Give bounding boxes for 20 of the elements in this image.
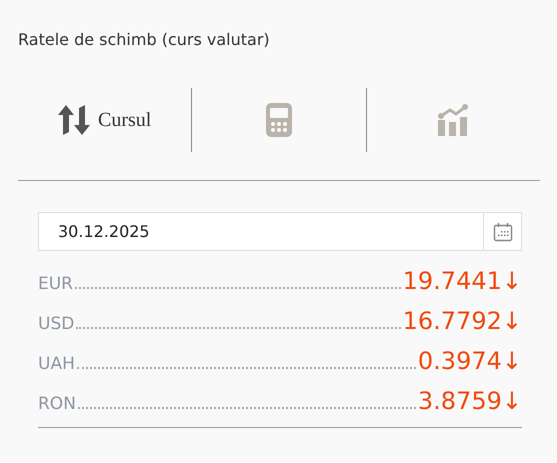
currency-code: EUR bbox=[38, 274, 73, 294]
exchange-rate: 16.7792 bbox=[402, 307, 502, 335]
date-field[interactable]: 30.12.2025 bbox=[38, 212, 484, 251]
currency-code: USD bbox=[38, 314, 74, 334]
chart-icon bbox=[437, 104, 470, 136]
calendar-icon bbox=[492, 222, 512, 242]
exchange-rate: 3.8759 bbox=[418, 387, 502, 415]
down-arrow: ↓ bbox=[502, 267, 522, 295]
exchange-rate: 19.7441 bbox=[402, 267, 502, 295]
calendar-button[interactable] bbox=[484, 212, 522, 251]
currency-code: UAH bbox=[38, 354, 75, 374]
down-arrow: ↓ bbox=[502, 347, 522, 375]
up-down-arrows-icon bbox=[58, 105, 90, 135]
calculator-icon bbox=[266, 103, 292, 137]
currency-code: RON bbox=[38, 394, 76, 414]
exchange-rate: 0.3974 bbox=[418, 347, 502, 375]
down-arrow: ↓ bbox=[502, 307, 522, 335]
down-arrow: ↓ bbox=[502, 387, 522, 415]
panel-title: Ratele de schimb (curs valutar) bbox=[18, 29, 271, 51]
exchange-tab[interactable]: Cursul bbox=[18, 88, 192, 152]
